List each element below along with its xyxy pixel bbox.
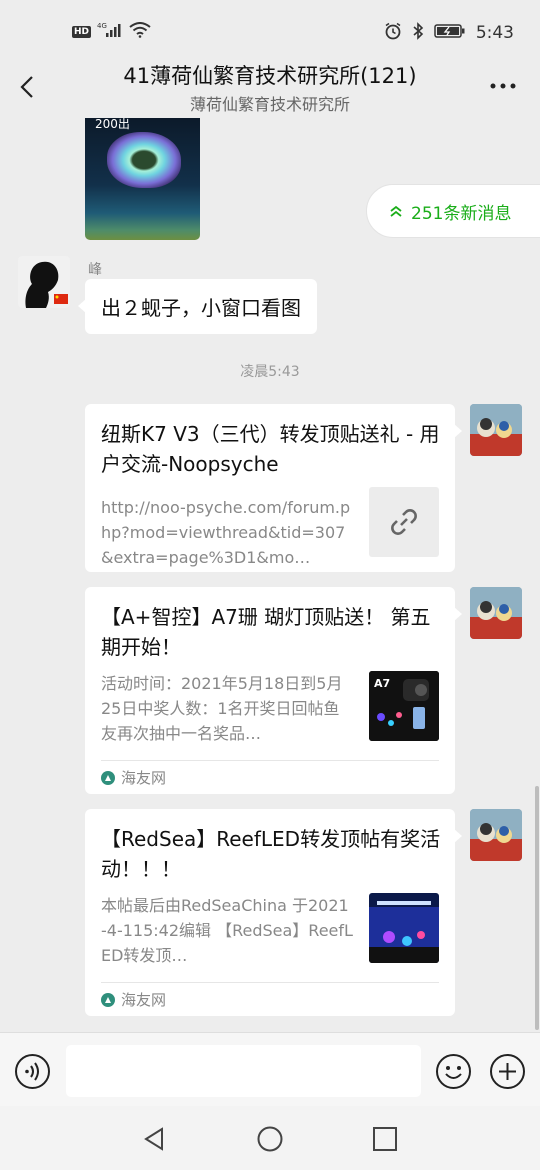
avatar-self[interactable] [470, 809, 522, 861]
more-options-button[interactable] [488, 76, 518, 96]
link-card[interactable]: 纽斯K7 V3（三代）转发顶贴送礼 - 用户交流-Noopsyche http:… [85, 404, 462, 572]
nav-back-button[interactable] [140, 1124, 170, 1154]
double-chevron-up-icon [390, 205, 402, 217]
link-card-thumbnail [369, 487, 439, 557]
message-input[interactable] [66, 1045, 421, 1097]
emoji-button[interactable] [435, 1053, 472, 1090]
card-source: 海友网 [101, 982, 439, 1016]
system-nav-bar [0, 1106, 540, 1170]
more-actions-button[interactable] [489, 1053, 526, 1090]
card-source: 海友网 [101, 760, 439, 794]
battery-icon [434, 23, 466, 43]
signal-icon: 4G [97, 22, 123, 42]
link-icon [391, 509, 417, 535]
new-messages-label: 251条新消息 [411, 203, 512, 224]
avatar-feng[interactable] [18, 256, 70, 308]
image-message[interactable]: 200出 [85, 118, 200, 240]
text-message-bubble[interactable]: 出２蚬子，小窗口看图 [78, 279, 317, 334]
square-recents-icon [373, 1127, 397, 1151]
back-button[interactable] [14, 72, 42, 102]
thumb-label: A7 [374, 677, 390, 690]
link-card-desc: 活动时间：2021年5月18日到5月25日中奖人数：1名开奖日回帖鱼友再次抽中一… [101, 674, 343, 743]
link-card[interactable]: 【RedSea】ReefLED转发顶帖有奖活动！！！ 本帖最后由RedSeaCh… [85, 809, 462, 1016]
source-name: 海友网 [121, 991, 167, 1009]
emoji-icon [436, 1054, 471, 1089]
circle-home-icon [257, 1126, 283, 1152]
input-bar [0, 1032, 540, 1106]
status-bar: HD 4G 5:43 [0, 0, 540, 60]
link-card-desc: 本帖最后由RedSeaChina 于2021-4-115:42编辑 【RedSe… [101, 896, 353, 965]
wifi-icon [129, 22, 151, 42]
scrollbar[interactable] [535, 786, 539, 1030]
source-logo-icon [101, 992, 115, 1007]
image-caption: 200出 [95, 118, 130, 131]
new-messages-pill[interactable]: 251条新消息 [366, 184, 540, 238]
nav-home-button[interactable] [255, 1124, 285, 1154]
chat-area[interactable]: 200出 251条新消息 峰 出２蚬子，小窗口看图 凌晨5:43 纽斯K7 V3… [0, 118, 540, 1030]
plus-icon [490, 1054, 525, 1089]
source-logo-icon [101, 770, 115, 785]
link-card-title: 【A+智控】A7珊 瑚灯顶贴送！ 第五期开始！ [101, 605, 431, 659]
voice-button[interactable] [14, 1053, 51, 1090]
hd-badge: HD [72, 26, 92, 38]
message-timestamp: 凌晨5:43 [240, 364, 300, 380]
bluetooth-icon [412, 22, 424, 44]
avatar-self[interactable] [470, 404, 522, 456]
chat-title: 41薄荷仙繁育技术研究所(121) [123, 64, 417, 88]
link-card-title: 【RedSea】ReefLED转发顶帖有奖活动！！！ [101, 827, 441, 881]
chat-header: 41薄荷仙繁育技术研究所(121) 薄荷仙繁育技术研究所 [0, 56, 540, 118]
link-card-thumbnail [369, 893, 439, 963]
link-card[interactable]: 【A+智控】A7珊 瑚灯顶贴送！ 第五期开始！ 活动时间：2021年5月18日到… [85, 587, 462, 794]
status-time: 5:43 [475, 23, 514, 43]
more-dots-icon [490, 83, 516, 89]
voice-icon [15, 1054, 50, 1089]
avatar-self[interactable] [470, 587, 522, 639]
sender-name: 峰 [88, 262, 102, 278]
link-card-desc: http://noo-psyche.com/forum.php?mod=view… [101, 498, 351, 567]
back-arrow-icon [20, 76, 33, 98]
source-name: 海友网 [121, 769, 167, 787]
network-type: 4G [97, 22, 107, 30]
coral-photo [107, 132, 181, 188]
alarm-icon [384, 22, 402, 44]
link-card-title: 纽斯K7 V3（三代）转发顶贴送礼 - 用户交流-Noopsyche [101, 422, 440, 476]
chat-subtitle: 薄荷仙繁育技术研究所 [189, 95, 350, 114]
triangle-back-icon [144, 1127, 163, 1151]
link-card-thumbnail: A7 [369, 671, 439, 741]
nav-recents-button[interactable] [370, 1124, 400, 1154]
